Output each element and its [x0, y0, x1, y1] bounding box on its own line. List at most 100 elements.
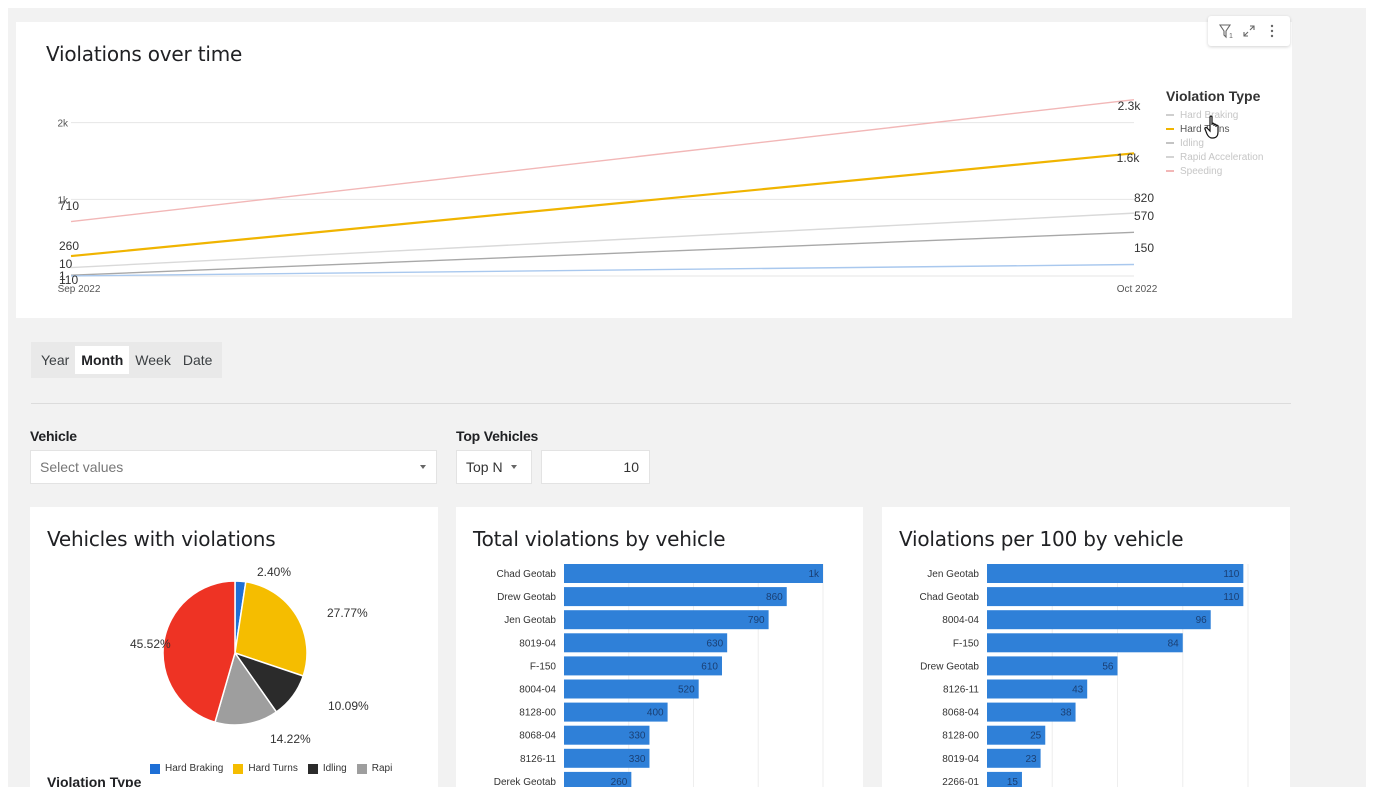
- top-n-input[interactable]: 10: [541, 450, 650, 484]
- legend-label: Rapi: [371, 763, 393, 774]
- bar[interactable]: [987, 633, 1183, 653]
- bar-category-label: 8126-11: [520, 754, 556, 765]
- bar-category-label: 8128-00: [942, 731, 979, 742]
- bar-value-label: 84: [1168, 638, 1180, 649]
- legend-item[interactable]: Rapid Acceleration: [1166, 150, 1286, 164]
- legend-swatch: [1166, 156, 1174, 158]
- bar-category-label: Chad Geotab: [920, 592, 980, 603]
- line-legend-title: Violation Type: [1166, 88, 1261, 104]
- bar[interactable]: [987, 587, 1244, 607]
- section-divider: [31, 403, 1291, 404]
- granularity-week[interactable]: Week: [129, 346, 177, 374]
- legend-swatch: [307, 763, 318, 774]
- bar-value-label: 790: [748, 615, 765, 626]
- filter-icon[interactable]: 1: [1217, 21, 1235, 41]
- bar[interactable]: [564, 633, 728, 653]
- bar[interactable]: [564, 587, 787, 607]
- start-data-label: 260: [59, 239, 79, 253]
- bar-value-label: 110: [1223, 569, 1239, 580]
- bar-category-label: Derek Geotab: [494, 777, 557, 787]
- legend-item[interactable]: Hard Turns: [1166, 122, 1286, 136]
- series-line[interactable]: [70, 98, 1135, 223]
- bar-category-label: Jen Geotab: [504, 615, 556, 626]
- bar[interactable]: [564, 610, 769, 630]
- granularity-date[interactable]: Date: [177, 346, 219, 374]
- legend-swatch: [233, 763, 244, 774]
- legend-label: Speeding: [1180, 165, 1223, 177]
- legend-swatch: [1166, 128, 1174, 130]
- legend-swatch: [150, 763, 160, 774]
- top-vehicles-label: Top Vehicles: [456, 428, 539, 444]
- bar-category-label: 8068-04: [519, 731, 556, 742]
- bar-category-label: 8068-04: [942, 708, 979, 719]
- bar-value-label: 610: [701, 661, 718, 672]
- pie-legend-item[interactable]: Idling: [307, 763, 347, 774]
- bar-category-label: 8126-11: [943, 685, 979, 696]
- y-tick-label: 2k: [57, 119, 69, 130]
- expand-icon[interactable]: [1240, 21, 1258, 41]
- bar[interactable]: [987, 610, 1211, 630]
- bar-value-label: 260: [611, 777, 628, 787]
- violations-over-time-card: Violations over time 2k 1k Sep 2022 Oct 202…: [16, 22, 1292, 318]
- bar-category-label: F-150: [953, 638, 980, 649]
- bar[interactable]: [987, 656, 1118, 676]
- vehicles-with-violations-card: Vehicles with violations 2.40% 27.77% 10.0…: [30, 507, 438, 787]
- bar-value-label: 23: [1025, 754, 1037, 765]
- legend-swatch: [1166, 114, 1174, 116]
- svg-text:1: 1: [1229, 33, 1233, 39]
- bar-value-label: 630: [706, 638, 723, 649]
- legend-item[interactable]: Idling: [1166, 136, 1286, 150]
- legend-label: Rapid Acceleration: [1180, 151, 1264, 163]
- bar-value-label: 330: [629, 731, 646, 742]
- granularity-month[interactable]: Month: [75, 346, 130, 374]
- violations-per-100-card: Violations per 100 by vehicle Jen Geotab…: [882, 507, 1290, 787]
- pie-slice-label: 14.22%: [270, 732, 311, 746]
- x-tick-label: Oct 2022: [1117, 284, 1158, 295]
- bar-value-label: 1k: [808, 569, 820, 580]
- bar-value-label: 15: [1007, 777, 1019, 787]
- bar-value-label: 43: [1072, 685, 1084, 696]
- total-violations-bar-chart: Chad Geotab 1k Drew Geotab 860 Jen Geotab 790…: [494, 564, 824, 787]
- top-mode-select[interactable]: Top N: [456, 450, 532, 484]
- bar[interactable]: [987, 564, 1244, 583]
- bar-value-label: 96: [1196, 615, 1208, 626]
- bar-value-label: 110: [1223, 592, 1239, 603]
- dashboard-canvas: Violations over time 2k 1k Sep 2022 Oct 202…: [8, 8, 1366, 787]
- violations-per-100-bar-chart: Jen Geotab 110 Chad Geotab 110 8004-04 96 F-15…: [920, 564, 1249, 787]
- legend-label: Hard Braking: [165, 763, 224, 774]
- vehicle-select-placeholder: Select values: [40, 459, 124, 475]
- legend-item[interactable]: Speeding: [1166, 164, 1286, 178]
- bar-value-label: 400: [647, 708, 664, 719]
- vehicle-filter-label: Vehicle: [30, 428, 77, 444]
- bar-category-label: 8004-04: [942, 615, 979, 626]
- pie-legend-item[interactable]: Hard Turns: [233, 763, 298, 774]
- vehicle-select[interactable]: Select values: [30, 450, 437, 484]
- chart-toolbar: 1: [1208, 16, 1290, 46]
- end-data-label: 570: [1134, 209, 1154, 223]
- granularity-year[interactable]: Year: [35, 346, 75, 374]
- bar-category-label: 2266-01: [942, 777, 979, 787]
- legend-item[interactable]: Hard Braking: [1166, 108, 1286, 122]
- legend-label: Idling: [322, 763, 347, 774]
- total-violations-card: Total violations by vehicle Chad Geotab 1…: [456, 507, 863, 787]
- bar-value-label: 38: [1060, 708, 1072, 719]
- pie-legend-item[interactable]: Rapi: [356, 763, 393, 774]
- hand-cursor-icon: [1204, 115, 1219, 139]
- bar[interactable]: [564, 656, 722, 676]
- bar-value-label: 56: [1102, 661, 1114, 672]
- pie-footer-label: Violation Type: [47, 774, 142, 787]
- bar[interactable]: [564, 564, 823, 583]
- line-chart: 2k1kSep 2022 Oct 20227102601011012.3k1.6k…: [57, 98, 1158, 295]
- more-icon[interactable]: [1263, 21, 1281, 41]
- series-line[interactable]: [70, 231, 1135, 276]
- bar-value-label: 330: [629, 754, 646, 765]
- pie-legend-item[interactable]: Hard Braking: [150, 763, 223, 774]
- bar-category-label: Chad Geotab: [497, 569, 557, 580]
- bar-category-label: Drew Geotab: [497, 592, 556, 603]
- legend-label: Idling: [1180, 137, 1204, 149]
- end-data-label: 2.3k: [1118, 99, 1142, 113]
- chevron-down-icon: [511, 465, 517, 469]
- series-line[interactable]: [70, 263, 1135, 277]
- pie-chart: 2.40% 27.77% 10.09% 14.22% 45.52%: [130, 565, 369, 746]
- line-legend: Violation Type Hard BrakingHard TurnsIdl…: [1166, 88, 1286, 178]
